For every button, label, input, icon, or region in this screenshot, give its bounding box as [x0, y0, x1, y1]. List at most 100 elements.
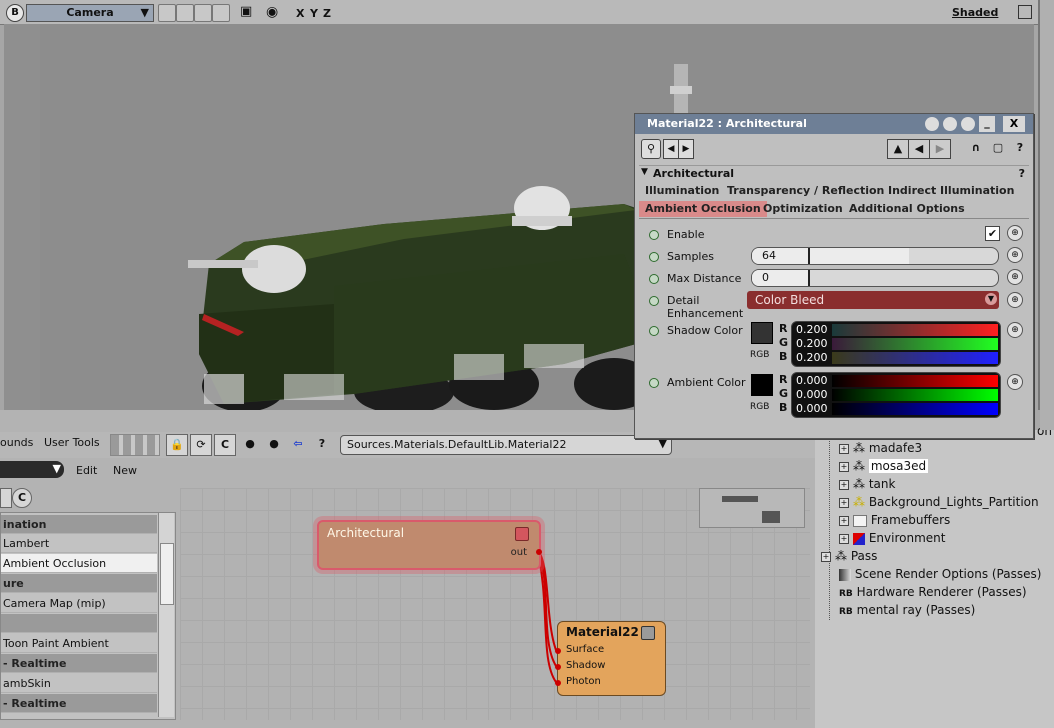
channel-g-label: G	[779, 387, 789, 400]
tree-item-framebuffers[interactable]: + Framebuffers	[839, 513, 950, 527]
animation-led[interactable]	[649, 326, 659, 336]
wrench-icon[interactable]: ⚲	[641, 139, 661, 159]
blue-slider[interactable]	[832, 352, 998, 364]
connect-icon[interactable]: ⊕	[1007, 269, 1023, 285]
expand-icon[interactable]: +	[821, 551, 831, 562]
tab-additional-options[interactable]: Additional Options	[849, 201, 965, 217]
tree-item-background-lights[interactable]: + ⁂ Background_Lights_Partition	[839, 495, 1039, 509]
shadow-color-label: Shadow Color	[667, 324, 743, 337]
model-icon: ⁂	[853, 441, 865, 455]
section-help-icon[interactable]: ?	[1019, 167, 1025, 180]
magnet-icon[interactable]: ∩	[967, 139, 985, 157]
channel-b-label: B	[779, 350, 788, 363]
expand-icon[interactable]: +	[839, 533, 849, 544]
green-slider[interactable]	[832, 389, 998, 401]
expand-icon[interactable]: +	[839, 461, 849, 472]
ambient-color-sliders[interactable]: 0.000 0.000 0.000	[791, 372, 1001, 418]
ambient-g-value[interactable]: 0.000	[796, 388, 828, 401]
enhancement-label: Enhancement	[667, 307, 744, 320]
shadow-g-value[interactable]: 0.200	[796, 337, 828, 350]
connect-icon[interactable]: ⊕	[1007, 225, 1023, 241]
slider-handle[interactable]	[808, 248, 810, 264]
connect-icon[interactable]: ⊕	[1007, 292, 1023, 308]
connect-icon[interactable]: ⊕	[1007, 247, 1023, 263]
section-header[interactable]: ▼ Architectural ?	[639, 165, 1029, 182]
model-icon: ⁂	[853, 459, 865, 473]
collapse-icon[interactable]	[515, 527, 529, 541]
detail-enhancement-dropdown[interactable]: Color Bleed ▼	[747, 291, 999, 309]
shadow-color-swatch[interactable]	[751, 322, 773, 344]
tree-item-tank[interactable]: + ⁂ tank	[839, 477, 895, 491]
tab-ambient-occlusion[interactable]: Ambient Occlusion	[639, 201, 767, 217]
explorer-panel[interactable]: on + ⁂ madafe3 + ⁂ mosa3ed + ⁂ tank + ⁂ Back…	[815, 424, 1054, 728]
keyframe-icon[interactable]: ▶	[929, 139, 951, 159]
tab-optimization[interactable]: Optimization	[763, 201, 843, 217]
lock-icon[interactable]: ▢	[989, 139, 1007, 157]
close-button[interactable]: X	[1003, 116, 1025, 132]
eyes-icon[interactable]	[925, 117, 939, 131]
tree-item-scene-render-options[interactable]: Scene Render Options (Passes)	[839, 567, 1041, 581]
animation-led[interactable]	[649, 252, 659, 262]
material-node[interactable]: Material22 Surface Shadow Photon	[555, 621, 666, 696]
expand-icon[interactable]: +	[839, 515, 849, 526]
tree-item-mental-ray[interactable]: RB mental ray (Passes)	[839, 603, 975, 617]
tab-illumination[interactable]: Illumination	[645, 183, 719, 199]
port-surface[interactable]	[555, 648, 561, 654]
port-photon[interactable]	[555, 680, 561, 686]
tree-item-label: tank	[868, 477, 896, 491]
animation-led[interactable]	[649, 230, 659, 240]
property-editor-window[interactable]: Material22 : Architectural _ X ⚲ ◀ ▶ ▲ ◀…	[634, 113, 1034, 439]
load-preset-icon[interactable]: ▲	[887, 139, 909, 159]
expand-icon[interactable]: +	[839, 479, 849, 490]
next-arrow-icon[interactable]: ▶	[678, 139, 694, 159]
ambient-b-value[interactable]: 0.000	[796, 402, 828, 415]
animation-led[interactable]	[649, 296, 659, 306]
window-titlebar[interactable]: Material22 : Architectural _ X	[635, 114, 1033, 134]
store-preset-icon[interactable]: ◀	[908, 139, 930, 159]
red-slider[interactable]	[832, 375, 998, 387]
ambient-color-swatch[interactable]	[751, 374, 773, 396]
tab-transparency-reflection[interactable]: Transparency / Reflection	[727, 183, 884, 199]
maximize-icon[interactable]	[1018, 5, 1032, 19]
expand-icon[interactable]: +	[839, 497, 849, 508]
shadow-b-value[interactable]: 0.200	[796, 351, 828, 364]
shading-mode[interactable]: Shaded	[952, 6, 998, 19]
animation-led[interactable]	[649, 274, 659, 284]
tree-item-hardware-renderer[interactable]: RB Hardware Renderer (Passes)	[839, 585, 1027, 599]
max-distance-slider[interactable]: 0	[751, 269, 999, 287]
slider-handle[interactable]	[808, 270, 810, 286]
channel-b-label: B	[779, 401, 788, 414]
green-slider[interactable]	[832, 338, 998, 350]
window-title: Material22 : Architectural	[647, 117, 807, 130]
prev-arrow-icon[interactable]: ◀	[663, 139, 679, 159]
blue-slider[interactable]	[832, 403, 998, 415]
port-label: Shadow	[566, 660, 606, 671]
tree-item-madafe3[interactable]: + ⁂ madafe3	[839, 441, 922, 455]
tree-item-environment[interactable]: + Environment	[839, 531, 945, 545]
ambient-r-value[interactable]: 0.000	[796, 374, 828, 387]
samples-slider[interactable]: 64	[751, 247, 999, 265]
architectural-node[interactable]: Architectural out	[317, 520, 542, 570]
tab-indirect-illumination[interactable]: Indirect Illumination	[888, 183, 1014, 199]
tree-item-pass[interactable]: + ⁂ Pass	[821, 549, 877, 563]
shadow-color-sliders[interactable]: R 0.200 0.200 0.200	[791, 321, 1001, 367]
connect-icon[interactable]: ⊕	[1007, 374, 1023, 390]
rgb-label[interactable]: RGB	[750, 350, 769, 360]
chevron-down-icon: ▼	[985, 293, 997, 305]
expand-icon[interactable]: +	[839, 443, 849, 454]
red-slider[interactable]	[832, 324, 998, 336]
rgb-label[interactable]: RGB	[750, 402, 769, 412]
animation-led[interactable]	[649, 378, 659, 388]
port-out[interactable]	[536, 549, 542, 555]
minimize-button[interactable]: _	[979, 116, 995, 132]
enable-checkbox[interactable]: ✔	[985, 226, 1000, 241]
info-icon[interactable]	[961, 117, 975, 131]
connect-icon[interactable]: ⊕	[1007, 322, 1023, 338]
help-icon[interactable]: ?	[1011, 139, 1029, 157]
tree-item-mosa3ed[interactable]: + ⁂ mosa3ed	[839, 459, 929, 473]
collapse-icon[interactable]	[641, 626, 655, 640]
port-shadow[interactable]	[555, 664, 561, 670]
shadow-r-value[interactable]: 0.200	[796, 323, 828, 336]
refresh-icon[interactable]	[943, 117, 957, 131]
port-label: Surface	[566, 644, 605, 655]
